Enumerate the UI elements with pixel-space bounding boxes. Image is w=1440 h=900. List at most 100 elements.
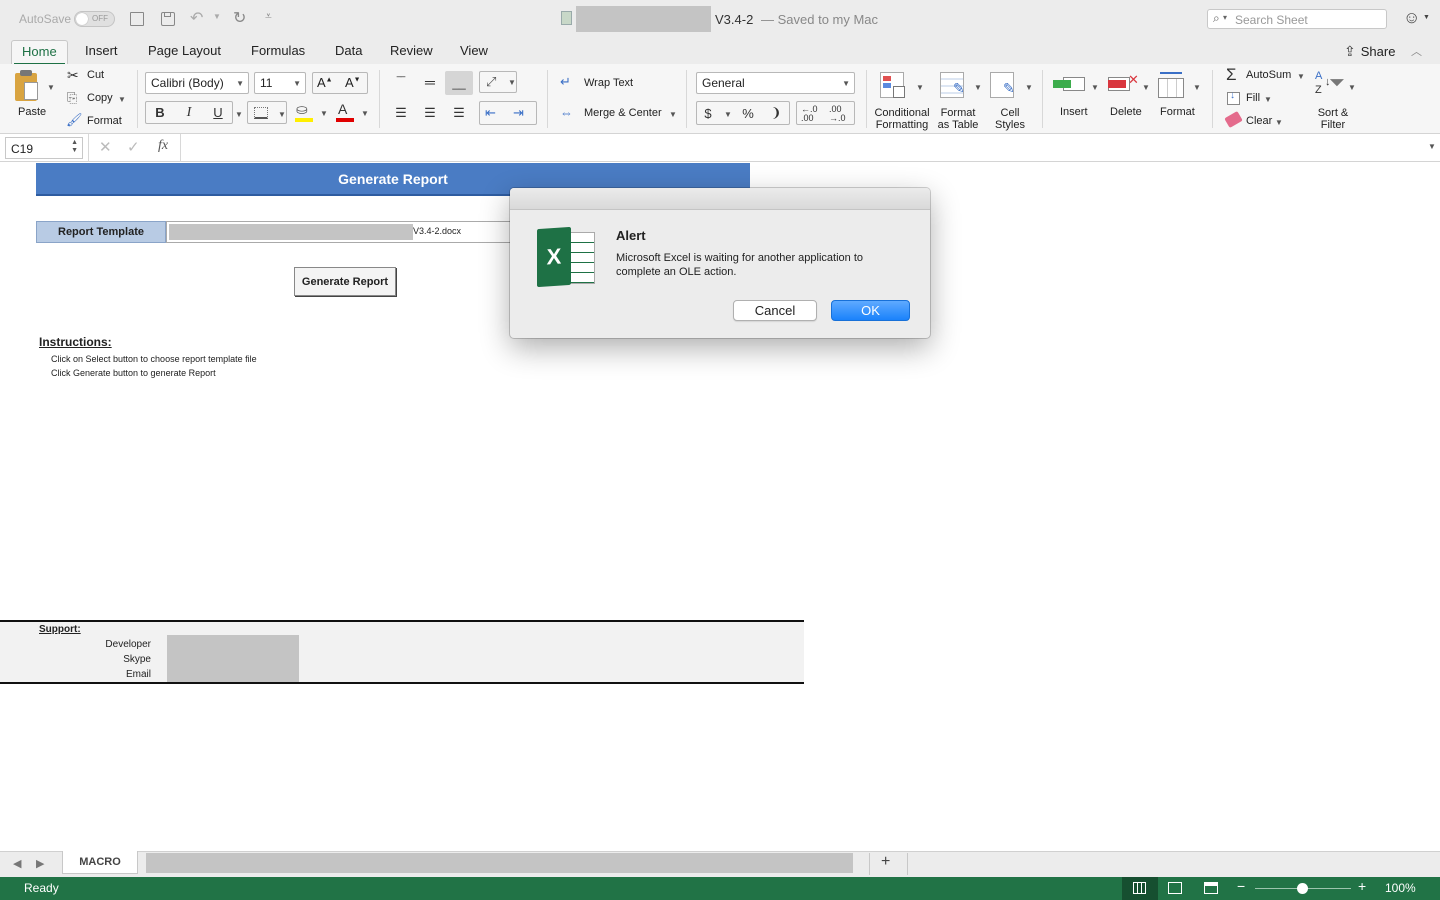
- name-box-stepper-icon[interactable]: ▲ ▼: [71, 139, 78, 155]
- underline-dropdown-icon[interactable]: ▼: [235, 110, 243, 119]
- collapse-ribbon-icon[interactable]: ︿: [1411, 43, 1422, 59]
- percent-button[interactable]: %: [737, 103, 759, 123]
- orientation-button[interactable]: ⤢ ▼: [479, 71, 517, 93]
- copy-dropdown-icon[interactable]: ▼: [118, 95, 126, 104]
- bold-button[interactable]: B: [147, 103, 173, 122]
- redo-icon[interactable]: ↻: [233, 8, 246, 28]
- ok-button[interactable]: OK: [831, 300, 910, 321]
- scroll-tabs-left-icon[interactable]: ◀: [13, 857, 21, 870]
- chevron-down-icon[interactable]: ▼: [1275, 118, 1283, 127]
- undo-icon[interactable]: ↶: [190, 8, 203, 28]
- undo-dropdown-icon[interactable]: ▼: [213, 12, 221, 21]
- scroll-tabs-right-icon[interactable]: ▶: [36, 857, 44, 870]
- share-button[interactable]: ⇪ Share: [1344, 42, 1395, 60]
- increase-font-icon[interactable]: A▲: [317, 75, 333, 90]
- conditional-formatting-button[interactable]: Conditional Formatting: [872, 107, 932, 131]
- borders-button[interactable]: ▼: [247, 101, 287, 124]
- template-file-cell[interactable]: V3.4-2.docx: [166, 221, 516, 243]
- wrap-text-button[interactable]: Wrap Text: [584, 77, 633, 89]
- currency-dropdown-icon[interactable]: ▼: [724, 110, 732, 119]
- chevron-down-icon[interactable]: ▼: [1297, 72, 1305, 81]
- decrease-font-icon[interactable]: A▼: [345, 75, 361, 90]
- tab-page-layout[interactable]: Page Layout: [148, 43, 221, 58]
- delete-cells-button[interactable]: Delete: [1110, 106, 1142, 118]
- fill-color-button[interactable]: ⛀ ▼: [292, 101, 328, 124]
- sheet-tab-macro[interactable]: MACRO: [62, 851, 138, 874]
- italic-button[interactable]: I: [176, 103, 202, 122]
- sidebar-icon[interactable]: [130, 12, 144, 26]
- copy-button[interactable]: Copy: [87, 92, 113, 104]
- sort-filter-button[interactable]: Sort & Filter: [1310, 107, 1356, 131]
- insert-cells-button[interactable]: Insert: [1060, 106, 1088, 118]
- clear-button[interactable]: Clear: [1246, 115, 1272, 127]
- tab-review[interactable]: Review: [390, 43, 433, 58]
- cut-button[interactable]: Cut: [87, 69, 104, 81]
- currency-button[interactable]: $: [698, 103, 718, 123]
- merge-dropdown-icon[interactable]: ▼: [669, 110, 677, 119]
- number-format-select[interactable]: General ▼: [696, 72, 855, 94]
- font-color-button[interactable]: A ▼: [333, 101, 369, 124]
- cancel-button[interactable]: Cancel: [733, 300, 817, 321]
- align-right-button[interactable]: ☰: [445, 102, 473, 124]
- tab-home[interactable]: Home: [11, 40, 68, 65]
- page-break-view-icon[interactable]: [1204, 882, 1218, 894]
- confirm-entry-icon[interactable]: ✓: [127, 138, 140, 156]
- search-box[interactable]: ⌕ ▾ Search Sheet: [1207, 9, 1387, 29]
- paste-button[interactable]: Paste: [18, 106, 46, 118]
- merge-center-button[interactable]: Merge & Center: [584, 107, 662, 119]
- cell-styles-button[interactable]: Cell Styles: [990, 107, 1030, 131]
- name-box[interactable]: C19 ▲ ▼: [5, 137, 83, 159]
- chevron-down-icon[interactable]: ▼: [1348, 83, 1356, 92]
- page-layout-view-icon[interactable]: [1168, 882, 1182, 894]
- normal-view-button[interactable]: [1122, 877, 1158, 900]
- font-size-select[interactable]: 11 ▼: [254, 72, 306, 94]
- autosum-button[interactable]: AutoSum: [1246, 69, 1291, 81]
- underline-button[interactable]: U: [205, 103, 231, 122]
- generate-report-button[interactable]: Generate Report: [294, 267, 396, 296]
- align-left-button[interactable]: ☰: [387, 102, 415, 124]
- format-painter-button[interactable]: Format: [87, 115, 122, 127]
- chevron-down-icon[interactable]: ▼: [974, 83, 982, 92]
- align-middle-button[interactable]: ═: [416, 71, 444, 93]
- feedback-dropdown-icon[interactable]: ▼: [1423, 14, 1430, 21]
- feedback-smiley-icon[interactable]: ☺: [1403, 8, 1420, 28]
- tab-data[interactable]: Data: [335, 43, 362, 58]
- fill-button[interactable]: Fill: [1246, 92, 1260, 104]
- chevron-down-icon[interactable]: ▼: [1142, 83, 1150, 92]
- chevron-down-icon[interactable]: ▼: [1091, 83, 1099, 92]
- save-icon[interactable]: [161, 12, 175, 26]
- formula-input[interactable]: [186, 137, 1416, 159]
- increase-indent-icon[interactable]: ⇥: [513, 105, 524, 121]
- zoom-out-button[interactable]: −: [1237, 878, 1245, 894]
- tab-insert[interactable]: Insert: [85, 43, 118, 58]
- align-top-button[interactable]: ‾‾: [387, 71, 415, 93]
- increase-decimal-icon[interactable]: ←.0.00: [801, 105, 818, 123]
- align-center-button[interactable]: ☰: [416, 102, 444, 124]
- tab-formulas[interactable]: Formulas: [251, 43, 305, 58]
- expand-formula-bar-icon[interactable]: ▼: [1428, 142, 1436, 151]
- decrease-decimal-icon[interactable]: .00 →.0: [829, 105, 846, 123]
- decrease-indent-icon[interactable]: ⇤: [485, 105, 496, 121]
- comma-style-button[interactable]: ❩: [765, 103, 787, 123]
- format-cells-button[interactable]: Format: [1160, 106, 1195, 118]
- cancel-entry-icon[interactable]: ✕: [99, 138, 112, 156]
- insert-function-button[interactable]: fx: [158, 138, 168, 154]
- zoom-slider-handle[interactable]: [1297, 883, 1308, 894]
- tab-view[interactable]: View: [460, 43, 488, 58]
- customize-toolbar-icon[interactable]: ⩡: [265, 9, 272, 24]
- autosave-toggle[interactable]: OFF: [74, 11, 115, 27]
- format-as-table-button[interactable]: Format as Table: [934, 107, 982, 131]
- chevron-down-icon[interactable]: ▼: [1025, 83, 1033, 92]
- chevron-down-icon[interactable]: ▼: [916, 83, 924, 92]
- font-name-select[interactable]: Calibri (Body) ▼: [145, 72, 249, 94]
- report-template-label: Report Template: [58, 226, 144, 238]
- align-bottom-button[interactable]: __: [445, 71, 473, 95]
- format-as-table-label-1: Format: [940, 107, 976, 119]
- paste-icon[interactable]: [13, 69, 41, 103]
- zoom-level[interactable]: 100%: [1385, 881, 1416, 895]
- chevron-down-icon[interactable]: ▼: [1193, 83, 1201, 92]
- add-sheet-button[interactable]: +: [881, 853, 890, 871]
- paste-dropdown-icon[interactable]: ▼: [47, 83, 55, 92]
- zoom-in-button[interactable]: +: [1358, 878, 1366, 894]
- chevron-down-icon[interactable]: ▼: [1264, 95, 1272, 104]
